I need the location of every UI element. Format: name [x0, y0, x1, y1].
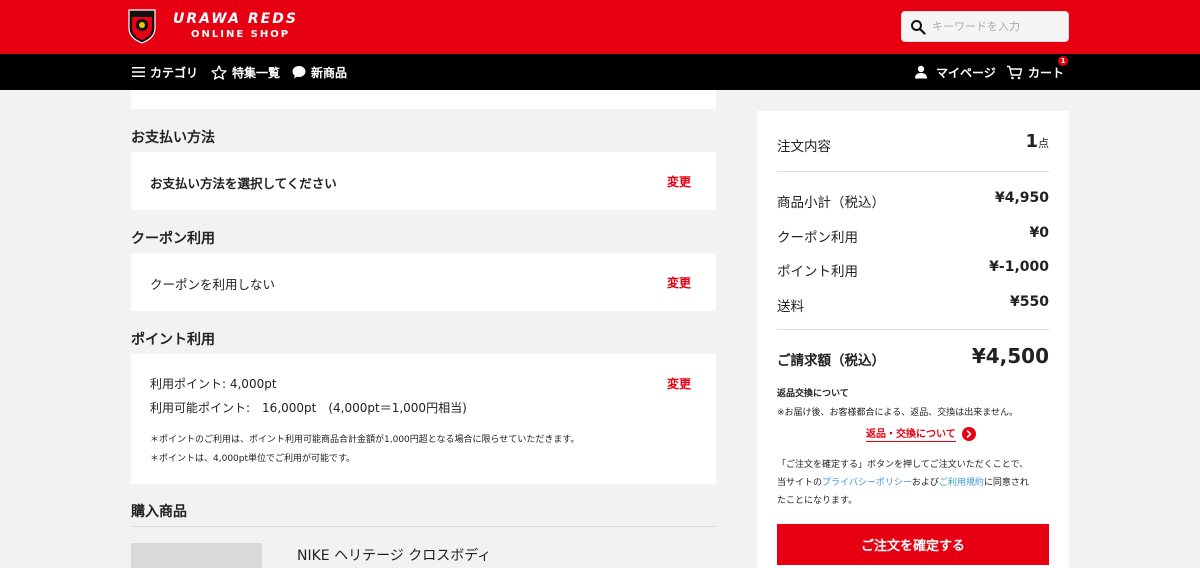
- cart-icon: [1007, 65, 1023, 79]
- nav-category-label: カテゴリ: [150, 65, 199, 80]
- star-icon: [211, 64, 227, 80]
- header-bar: URAWA REDS ONLINE SHOP: [0, 0, 1200, 54]
- agreement-line-3: たことになります。: [777, 496, 858, 506]
- nav-cart-label: カート: [1028, 65, 1065, 80]
- logo-line-2: ONLINE SHOP: [191, 28, 291, 40]
- agreement-line-1: 「ご注文を確定する」ボタンを押してご注文いただくことで、: [777, 460, 1029, 470]
- user-icon: [915, 65, 927, 79]
- nav-bar: カテゴリ 特集一覧 新商品 マイページ カート: [0, 54, 1200, 90]
- coupon-summary-value: ¥0: [1029, 225, 1049, 241]
- product-name[interactable]: NIKE ヘリテージ クロスボディ: [297, 545, 491, 565]
- nav-mypage[interactable]: マイページ: [914, 54, 996, 90]
- nav-features-label: 特集一覧: [232, 65, 281, 80]
- order-count: 1点: [1025, 131, 1049, 152]
- nav-new-items[interactable]: 新商品: [292, 54, 347, 90]
- club-emblem-icon: [128, 9, 156, 44]
- menu-icon: [132, 67, 145, 77]
- points-note-1: ＊ポイントのご利用は、ポイント利用可能商品合計金額が1,000円超となる場合に限…: [150, 435, 580, 445]
- order-content-label: 注文内容: [777, 139, 831, 155]
- points-use-line: 利用ポイント: 4,000pt: [150, 377, 277, 391]
- summary-divider-2: [777, 329, 1049, 330]
- agreement-line-2-mid: および: [911, 478, 939, 488]
- return-policy-note: ※お届け後、お客様都合による、返品、交換は出来ません。: [777, 408, 1019, 418]
- cart-count-badge: 1: [1058, 56, 1068, 66]
- product-image[interactable]: [131, 543, 262, 568]
- nav-category[interactable]: カテゴリ: [132, 54, 198, 90]
- payment-card: お支払い方法を選択してください 変更: [131, 152, 716, 210]
- shipping-label: 送料: [777, 299, 804, 315]
- point-summary-value: ¥-1,000: [989, 259, 1049, 275]
- site-logo[interactable]: URAWA REDS ONLINE SHOP: [127, 8, 298, 44]
- subtotal-value: ¥4,950: [994, 190, 1049, 206]
- points-card: 利用ポイント: 4,000pt 利用可能ポイント: 16,000pt (4,00…: [131, 354, 716, 484]
- coupon-section-title: クーポン利用: [131, 231, 215, 247]
- coupon-card: クーポンを利用しない 変更: [131, 253, 716, 311]
- logo-text: URAWA REDS ONLINE SHOP: [173, 11, 298, 41]
- search-box[interactable]: [901, 11, 1069, 42]
- agreement-line-2-post: に同意され: [983, 478, 1029, 488]
- coupon-message: クーポンを利用しない: [150, 277, 276, 292]
- search-input[interactable]: [932, 20, 1062, 33]
- agreement-line-2-pre: 当サイトの: [777, 478, 823, 488]
- order-count-number: 1: [1025, 131, 1038, 152]
- return-policy-link-label: 返品・交換について: [866, 425, 956, 442]
- summary-divider-1: [777, 171, 1049, 172]
- terms-link[interactable]: ご利用規約: [939, 478, 984, 488]
- payment-section-title: お支払い方法: [131, 130, 215, 146]
- search-icon[interactable]: [910, 19, 926, 35]
- coupon-change-button[interactable]: 変更: [667, 274, 691, 291]
- purchase-section-title: 購入商品: [131, 504, 187, 520]
- previous-card-bottom: [131, 90, 716, 109]
- subtotal-label: 商品小計（税込）: [777, 195, 885, 211]
- confirm-order-button[interactable]: ご注文を確定する: [777, 524, 1049, 565]
- agreement-line-2: 当サイトのプライバシーポリシーおよびご利用規約に同意され: [777, 475, 1029, 488]
- total-label: ご請求額（税込）: [777, 353, 885, 369]
- purchase-divider: [131, 526, 716, 527]
- order-count-unit: 点: [1038, 137, 1049, 150]
- nav-new-items-label: 新商品: [311, 65, 348, 80]
- nav-mypage-label: マイページ: [936, 65, 996, 80]
- privacy-policy-link[interactable]: プライバシーポリシー: [822, 478, 912, 488]
- point-summary-label: ポイント利用: [777, 264, 858, 280]
- points-available-line: 利用可能ポイント: 16,000pt (4,000pt＝1,000円相当): [150, 401, 467, 415]
- coupon-summary-label: クーポン利用: [777, 230, 858, 246]
- return-policy-title: 返品交換について: [777, 389, 849, 399]
- nav-cart[interactable]: カート: [1006, 54, 1064, 90]
- return-policy-link[interactable]: 返品・交換について: [866, 425, 976, 442]
- logo-line-1: URAWA REDS: [173, 11, 298, 27]
- total-value: ¥4,500: [971, 344, 1049, 368]
- points-note-2: ＊ポイントは、4,000pt単位でご利用が可能です。: [150, 454, 356, 464]
- shipping-value: ¥550: [1010, 294, 1049, 310]
- points-change-button[interactable]: 変更: [667, 375, 691, 392]
- payment-message: お支払い方法を選択してください: [150, 176, 337, 191]
- points-section-title: ポイント利用: [131, 332, 215, 348]
- payment-change-button[interactable]: 変更: [667, 173, 691, 190]
- nav-features[interactable]: 特集一覧: [211, 54, 280, 90]
- speech-bubble-icon: [292, 66, 306, 79]
- chevron-right-circle-icon: [961, 426, 976, 441]
